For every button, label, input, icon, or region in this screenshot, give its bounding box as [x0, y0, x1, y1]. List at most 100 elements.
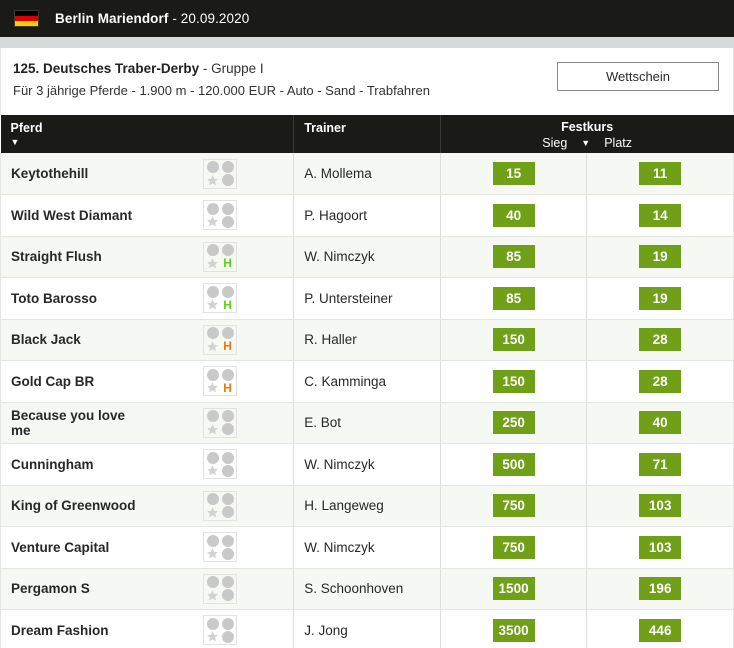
cell-runner-icons[interactable] [147, 402, 295, 444]
runner-info-icon[interactable] [203, 449, 238, 480]
sort-descending-icon[interactable]: ▼ [11, 137, 294, 148]
cell-win-odds[interactable]: 150 [440, 319, 588, 361]
cell-place-odds[interactable]: 19 [586, 277, 734, 320]
cell-place-odds[interactable]: 40 [586, 402, 734, 444]
cell-win-odds[interactable]: 250 [440, 402, 588, 444]
cell-win-odds[interactable]: 150 [440, 360, 588, 403]
win-odds-badge[interactable]: 1500 [492, 577, 535, 601]
runner-info-icon[interactable]: H [203, 324, 238, 355]
cell-runner-icons[interactable] [147, 153, 295, 195]
table-row[interactable]: Venture Capital W. Nimczyk 750 103 [0, 526, 734, 569]
cell-horse-name[interactable]: Gold Cap BR [0, 360, 148, 403]
cell-win-odds[interactable]: 3500 [440, 609, 588, 648]
cell-trainer-name[interactable]: P. Hagoort [293, 194, 441, 237]
win-odds-badge[interactable]: 250 [492, 411, 535, 435]
place-odds-badge[interactable]: 103 [639, 494, 682, 518]
win-odds-badge[interactable]: 15 [492, 162, 535, 185]
table-row[interactable]: Keytothehill A. Mollema 15 11 [0, 153, 734, 195]
cell-runner-icons[interactable] [147, 609, 295, 648]
place-odds-badge[interactable]: 103 [639, 535, 682, 559]
cell-horse-name[interactable]: Black Jack [0, 319, 148, 361]
cell-trainer-name[interactable]: J. Jong [293, 609, 441, 648]
runner-info-icon[interactable] [203, 407, 238, 438]
win-odds-badge[interactable]: 750 [492, 535, 535, 559]
win-odds-badge[interactable]: 85 [492, 245, 535, 269]
place-odds-badge[interactable]: 71 [639, 452, 682, 476]
cell-runner-icons[interactable] [147, 194, 295, 237]
win-odds-badge[interactable]: 150 [492, 369, 535, 393]
cell-trainer-name[interactable]: P. Untersteiner [293, 277, 441, 320]
cell-trainer-name[interactable]: W. Nimczyk [293, 526, 441, 569]
cell-win-odds[interactable]: 15 [440, 153, 588, 195]
runner-info-icon[interactable]: H [203, 283, 238, 314]
cell-trainer-name[interactable]: W. Nimczyk [293, 443, 441, 486]
table-row[interactable]: Gold Cap BR H C. Kamminga 150 28 [0, 360, 734, 403]
cell-place-odds[interactable]: 14 [586, 194, 734, 237]
runner-info-icon[interactable]: H [203, 241, 238, 272]
cell-trainer-name[interactable]: A. Mollema [293, 153, 441, 195]
cell-horse-name[interactable]: Pergamon S [0, 568, 148, 610]
runner-info-icon[interactable] [203, 200, 238, 231]
place-odds-badge[interactable]: 11 [639, 162, 682, 185]
table-row[interactable]: Pergamon S S. Schoonhoven 1500 196 [0, 568, 734, 610]
win-odds-badge[interactable]: 150 [492, 328, 535, 352]
place-odds-badge[interactable]: 28 [639, 328, 682, 352]
cell-place-odds[interactable]: 446 [586, 609, 734, 648]
win-odds-badge[interactable]: 40 [492, 203, 535, 227]
win-odds-badge[interactable]: 85 [492, 286, 535, 310]
cell-runner-icons[interactable] [147, 485, 295, 527]
cell-horse-name[interactable]: Wild West Diamant [0, 194, 148, 237]
runner-info-icon[interactable] [203, 573, 238, 604]
cell-win-odds[interactable]: 1500 [440, 568, 588, 610]
column-header-win[interactable]: Sieg [542, 136, 567, 151]
cell-runner-icons[interactable] [147, 443, 295, 486]
place-odds-badge[interactable]: 40 [639, 411, 682, 435]
cell-runner-icons[interactable]: H [147, 360, 295, 403]
table-row[interactable]: Toto Barosso H P. Untersteiner 85 19 [0, 277, 734, 320]
table-row[interactable]: Cunningham W. Nimczyk 500 71 [0, 443, 734, 486]
cell-place-odds[interactable]: 71 [586, 443, 734, 486]
place-odds-badge[interactable]: 19 [639, 245, 682, 269]
place-odds-badge[interactable]: 14 [639, 203, 682, 227]
cell-trainer-name[interactable]: S. Schoonhoven [293, 568, 441, 610]
win-odds-badge[interactable]: 750 [492, 494, 535, 518]
cell-runner-icons[interactable] [147, 526, 295, 569]
table-row[interactable]: Because you love me E. Bot 250 40 [0, 402, 734, 444]
odds-sort-descending-icon[interactable]: ▼ [581, 136, 590, 151]
cell-win-odds[interactable]: 500 [440, 443, 588, 486]
runner-info-icon[interactable] [203, 158, 238, 189]
cell-win-odds[interactable]: 750 [440, 485, 588, 527]
win-odds-badge[interactable]: 500 [492, 452, 535, 476]
cell-horse-name[interactable]: Because you love me [0, 402, 148, 444]
cell-win-odds[interactable]: 85 [440, 277, 588, 320]
runner-info-icon[interactable]: H [203, 366, 238, 397]
cell-trainer-name[interactable]: R. Haller [293, 319, 441, 361]
cell-horse-name[interactable]: Toto Barosso [0, 277, 148, 320]
cell-win-odds[interactable]: 40 [440, 194, 588, 237]
place-odds-badge[interactable]: 19 [639, 286, 682, 310]
table-row[interactable]: King of Greenwood H. Langeweg 750 103 [0, 485, 734, 527]
cell-place-odds[interactable]: 28 [586, 319, 734, 361]
table-row[interactable]: Dream Fashion J. Jong 3500 446 [0, 609, 734, 648]
table-row[interactable]: Wild West Diamant P. Hagoort 40 14 [0, 194, 734, 237]
place-odds-badge[interactable]: 446 [639, 618, 682, 642]
cell-runner-icons[interactable]: H [147, 319, 295, 361]
place-odds-badge[interactable]: 28 [639, 369, 682, 393]
cell-place-odds[interactable]: 196 [586, 568, 734, 610]
table-row[interactable]: Black Jack H R. Haller 150 28 [0, 319, 734, 361]
cell-place-odds[interactable]: 103 [586, 526, 734, 569]
cell-place-odds[interactable]: 103 [586, 485, 734, 527]
cell-horse-name[interactable]: Venture Capital [0, 526, 148, 569]
cell-trainer-name[interactable]: C. Kamminga [293, 360, 441, 403]
win-odds-badge[interactable]: 3500 [492, 618, 535, 642]
runner-info-icon[interactable] [203, 615, 238, 646]
place-odds-badge[interactable]: 196 [639, 577, 682, 601]
cell-horse-name[interactable]: Straight Flush [0, 236, 148, 278]
runner-info-icon[interactable] [203, 490, 238, 521]
cell-trainer-name[interactable]: W. Nimczyk [293, 236, 441, 278]
cell-trainer-name[interactable]: E. Bot [293, 402, 441, 444]
cell-runner-icons[interactable] [147, 568, 295, 610]
cell-place-odds[interactable]: 19 [586, 236, 734, 278]
cell-horse-name[interactable]: Keytothehill [0, 153, 148, 195]
cell-place-odds[interactable]: 28 [586, 360, 734, 403]
